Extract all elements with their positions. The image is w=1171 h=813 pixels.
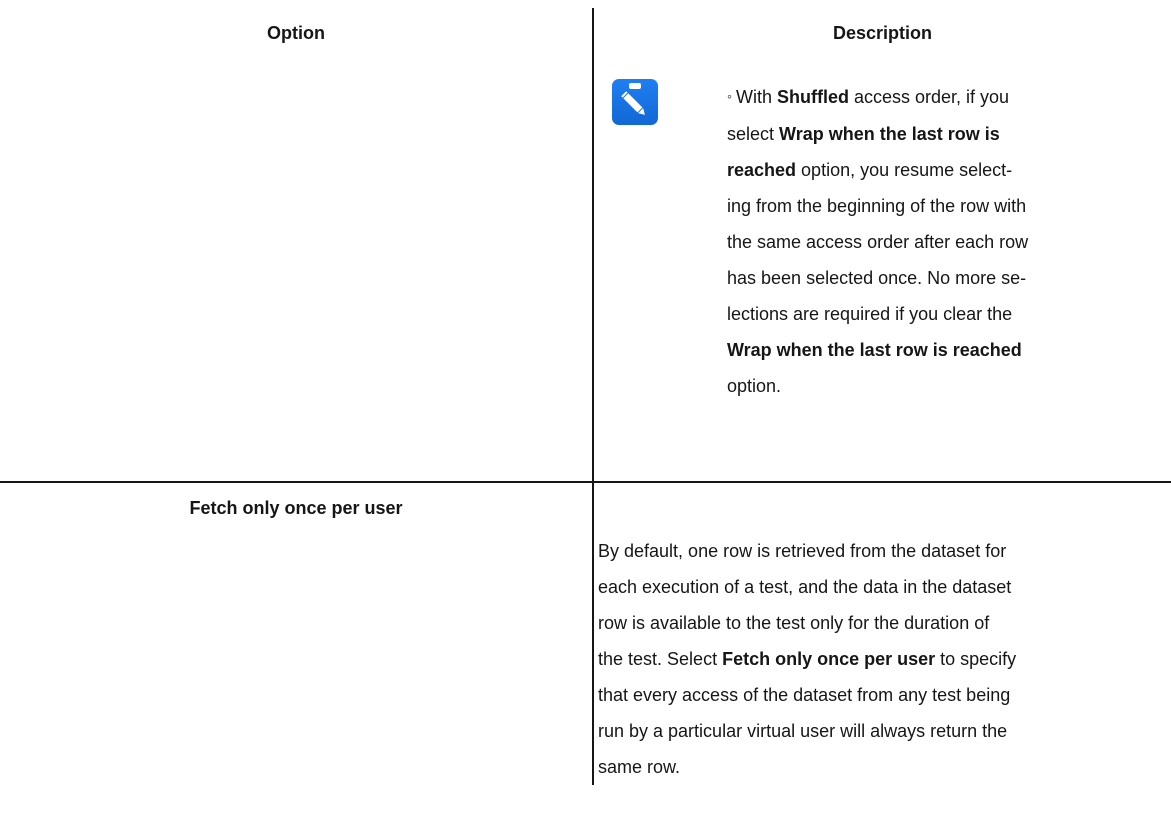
text-segment: access order, if you: [848, 87, 1010, 107]
text-line: run by a particular virtual user will al…: [598, 713, 1158, 749]
text-segment: option, you resume select-: [796, 160, 1013, 180]
note-text: ◦ With Shuffled access order, if you selec…: [727, 79, 1147, 404]
text-line: Wrap when the last row is reached: [727, 332, 1147, 368]
text-segment: By default, one row is retrieved from th…: [598, 541, 1007, 561]
text-segment: option.: [727, 376, 782, 396]
text-line: lections are required if you clear the: [727, 296, 1147, 332]
text-segment: row is available to the test only for th…: [598, 613, 990, 633]
text-segment: to specify: [935, 649, 1017, 669]
text-segment: same row.: [598, 757, 681, 777]
text-segment: the same access order after each row: [727, 232, 1029, 252]
text-line: select Wrap when the last row is: [727, 116, 1147, 152]
text-line: ing from the beginning of the row with: [727, 188, 1147, 224]
text-segment: select: [727, 124, 780, 144]
bold-term: Wrap when the last row is: [779, 124, 1000, 144]
bold-term: Shuffled: [776, 87, 849, 107]
text-segment: lections are required if you clear the: [727, 304, 1013, 324]
text-segment: that every access of the dataset from an…: [598, 685, 1011, 705]
option-fetch-once-description: By default, one row is retrieved from th…: [598, 533, 1158, 785]
text-segment: ing from the beginning of the row with: [727, 196, 1027, 216]
text-segment: the test. Select: [598, 649, 723, 669]
column-divider-top: [592, 8, 594, 481]
pencil-note-icon: [612, 79, 658, 125]
bold-term: Fetch only once per user: [722, 649, 936, 669]
option-fetch-once-title: Fetch only once per user: [189, 498, 403, 518]
text-line: the test. Select Fetch only once per use…: [598, 641, 1158, 677]
bold-term: Wrap when the last row is reached: [727, 340, 1022, 360]
text-line: same row.: [598, 749, 1158, 785]
text-line: each execution of a test, and the data i…: [598, 569, 1158, 605]
bold-term: reached: [727, 160, 797, 180]
text-line: that every access of the dataset from an…: [598, 677, 1158, 713]
column-divider-bottom: [592, 483, 594, 785]
text-segment: run by a particular virtual user will al…: [598, 721, 1008, 741]
text-segment: With: [735, 87, 777, 107]
text-line: reached option, you resume select-: [727, 152, 1147, 188]
text-line: By default, one row is retrieved from th…: [598, 533, 1158, 569]
text-line: the same access order after each row: [727, 224, 1147, 260]
header-option: Option: [267, 23, 325, 43]
text-line: has been selected once. No more se-: [727, 260, 1147, 296]
text-segment: has been selected once. No more se-: [727, 268, 1027, 288]
text-segment: each execution of a test, and the data i…: [598, 577, 1012, 597]
text-line: row is available to the test only for th…: [598, 605, 1158, 641]
header-description: Description: [832, 23, 933, 43]
options-table: Option Description ◦ With Shuffled access…: [0, 0, 1171, 813]
text-line: ◦ With Shuffled access order, if you: [727, 79, 1147, 116]
text-line: option.: [727, 368, 1147, 404]
row-divider: [0, 481, 1171, 483]
bullet-marker: ◦: [727, 88, 732, 104]
